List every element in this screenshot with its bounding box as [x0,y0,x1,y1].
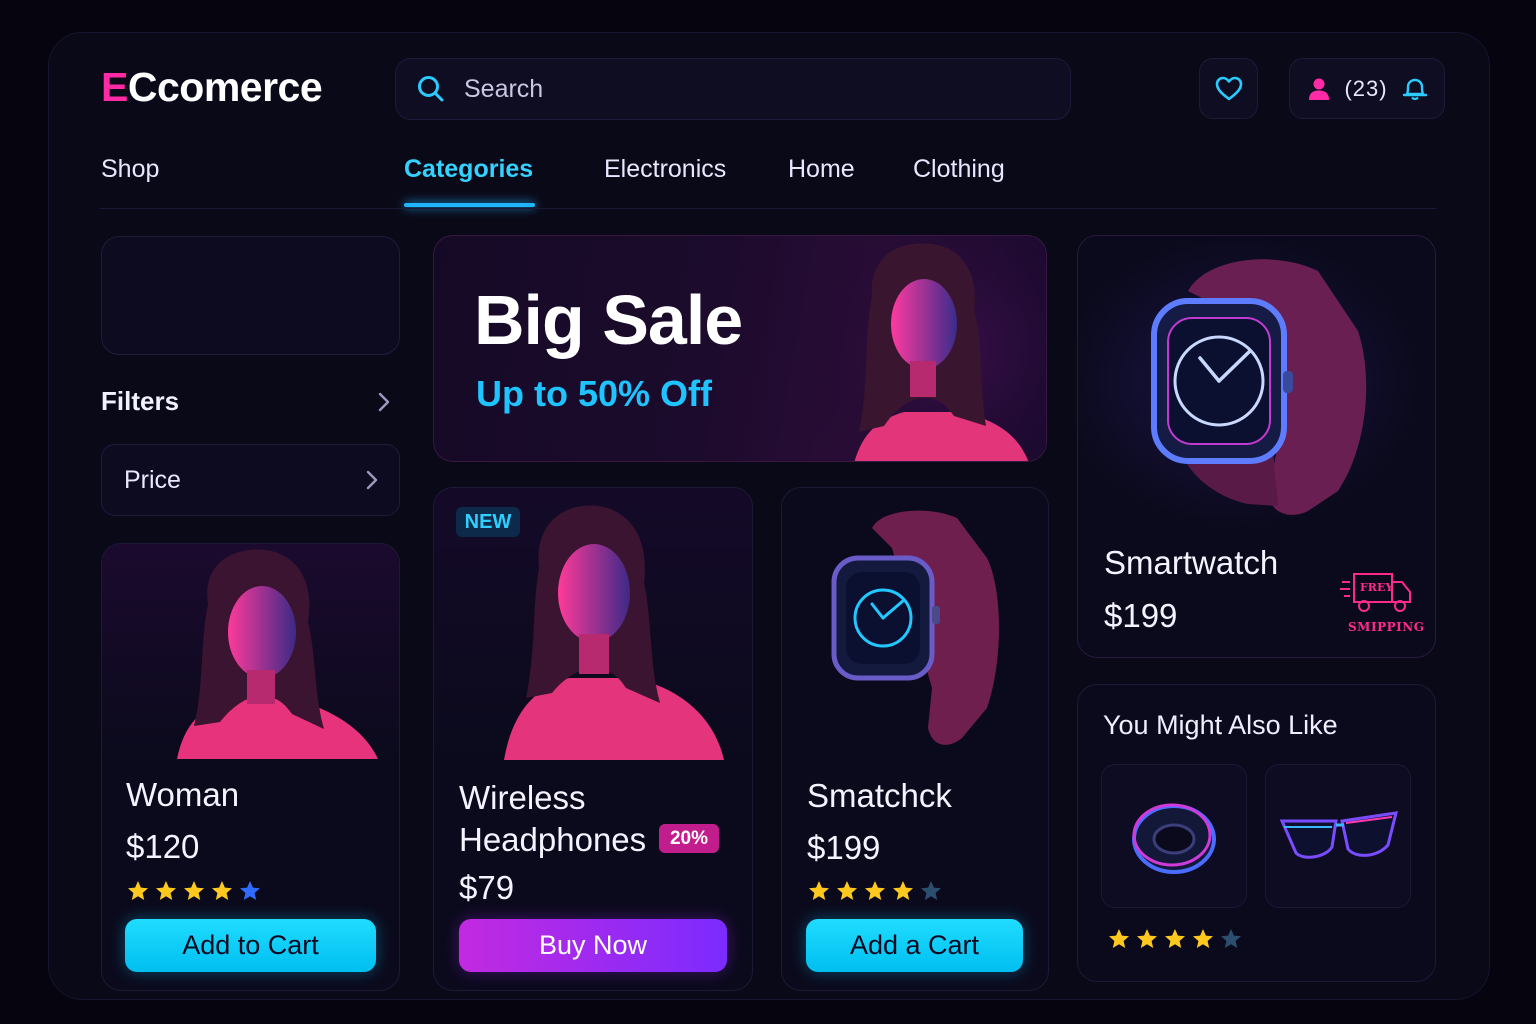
free-shipping-badge: FREY SMIPPING [1340,570,1424,636]
active-tab-indicator [404,203,535,207]
watch-image [782,488,1048,760]
chevron-right-icon [366,470,378,490]
banner-subtitle: Up to 50% Off [476,373,713,414]
sale-banner[interactable]: Big Sale Up to 50% Off [433,235,1047,462]
product-card-headphones[interactable]: Wireless Headphones $79 [433,487,753,991]
product-title: Smartwatch [1104,544,1279,581]
notification-count: (23) [1344,75,1388,101]
bell-icon[interactable] [1402,77,1428,101]
user-icon[interactable] [1308,77,1330,101]
heart-icon [1215,76,1242,100]
buy-now-button[interactable]: Buy Now [459,919,727,972]
chevron-right-icon [378,392,390,411]
smartwatch-image [1078,236,1435,526]
product-price: $199 [807,829,881,866]
star-icon [1109,929,1129,948]
recommendation-item[interactable] [1265,764,1411,908]
banner-title: Big Sale [474,281,743,359]
star-icon [921,881,941,900]
rating-stars [126,879,262,903]
product-price: $120 [126,828,200,865]
tab-home[interactable]: Home [788,155,855,184]
product-title: Wireless Headphones [459,779,647,858]
logo[interactable]: ECcomerce [101,64,323,111]
recommendations-title: You Might Also Like [1103,710,1338,740]
delivery-truck-icon: FREY [1340,573,1411,612]
search-bar[interactable]: Search [395,58,1071,120]
product-price: $79 [459,869,515,906]
star-icon [156,881,176,900]
rating-stars [1107,927,1243,951]
wishlist-button[interactable] [1199,58,1258,119]
product-image [102,544,399,759]
nav-shop[interactable]: Shop [101,155,159,184]
shipping-badge-bottom: SMIPPING [1348,620,1425,634]
rating-stars [807,879,943,903]
ring-icon [1132,803,1216,874]
star-icon [212,881,232,900]
star-icon [1165,929,1185,948]
price-filter-label: Price [124,465,181,494]
tab-categories[interactable]: Categories [404,155,533,184]
star-icon [1193,929,1213,948]
nav-divider [100,208,1436,209]
star-icon [893,881,913,900]
shipping-badge-top: FREY [1360,581,1393,594]
star-icon [128,881,148,900]
star-icon [240,881,260,900]
filters-header[interactable]: Filters [101,386,391,417]
discount-badge: 20% [659,824,719,853]
tab-clothing[interactable]: Clothing [913,155,1005,184]
search-icon [418,76,444,102]
banner-model-image [814,236,1046,461]
star-icon [809,881,829,900]
product-title: Woman [126,776,240,813]
filters-label: Filters [101,386,180,416]
search-input[interactable]: Search [464,75,543,104]
price-filter[interactable]: Price [101,444,400,516]
recommendation-item[interactable] [1101,764,1247,908]
star-icon [1221,929,1241,948]
sidebar-empty-panel [101,236,400,355]
star-icon [837,881,857,900]
add-a-cart-button[interactable]: Add a Cart [806,919,1023,972]
new-badge: NEW [456,507,520,537]
account-notifications[interactable]: (23) [1289,58,1445,119]
star-icon [1137,929,1157,948]
tab-electronics[interactable]: Electronics [604,155,726,184]
add-to-cart-button[interactable]: Add to Cart [125,919,376,972]
glasses-icon [1279,811,1398,859]
product-card-smartwatch-small[interactable]: Smatchck $199 [781,487,1049,991]
product-title: Smatchck [807,777,952,814]
star-icon [865,881,885,900]
product-price: $199 [1104,597,1178,634]
star-icon [184,881,204,900]
